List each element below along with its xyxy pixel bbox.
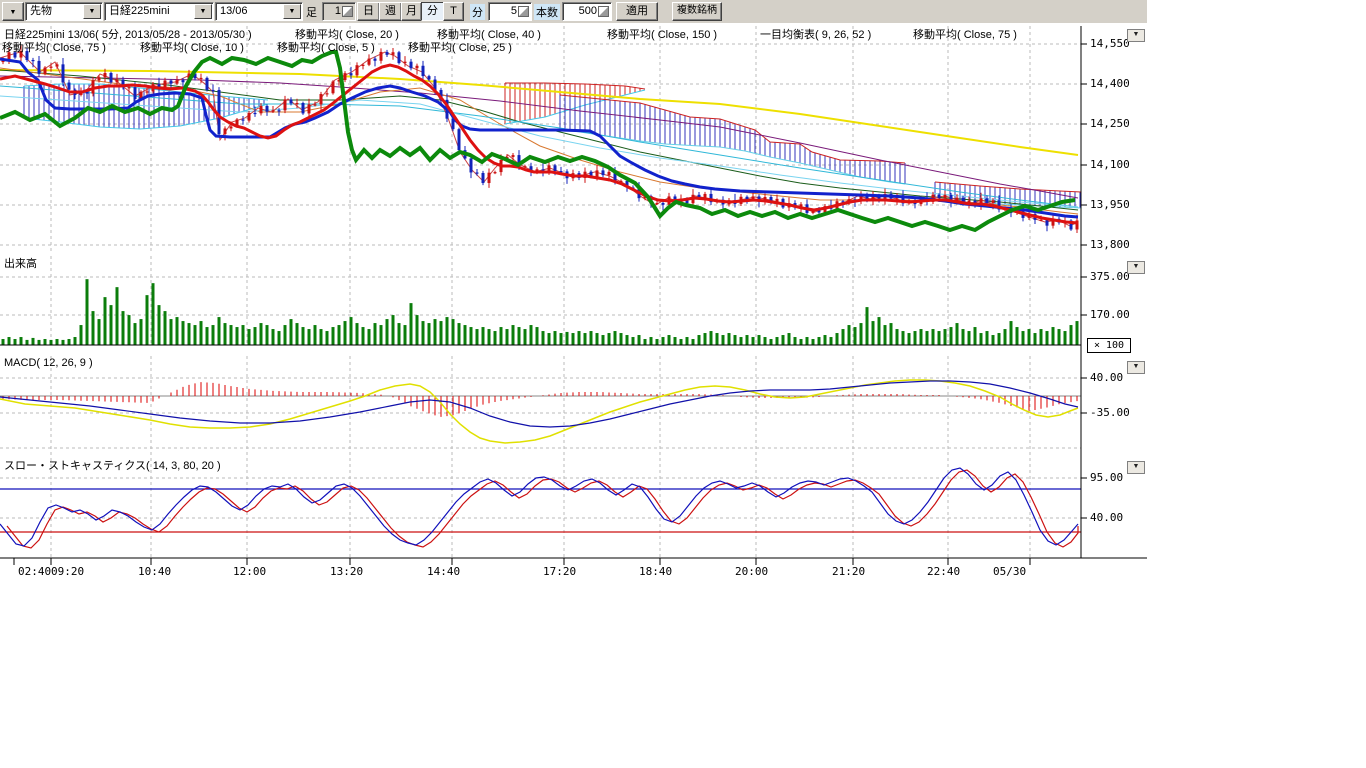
time-axis-label: 09:20 — [51, 566, 84, 578]
indicator-label: 移動平均( Close, 150 ) — [607, 26, 717, 42]
volume-axis-label: 170.00 — [1090, 309, 1130, 321]
time-axis-label: 02:40 — [18, 566, 51, 578]
indicator-label: 移動平均( Close, 75 ) — [2, 39, 106, 55]
time-axis-label: 05/30 — [993, 566, 1026, 578]
stoch-pane-menu-button[interactable]: ▼ — [1127, 461, 1145, 474]
macd-axis-label: -35.00 — [1090, 407, 1130, 419]
price-axis-label: 14,100 — [1090, 159, 1130, 171]
indicator-label: 移動平均( Close, 25 ) — [408, 39, 512, 55]
macd-pane-menu-button[interactable]: ▼ — [1127, 361, 1145, 374]
stoch-axis-label: 40.00 — [1090, 512, 1123, 524]
macd-pane — [0, 356, 1081, 456]
volume-multiplier-badge: × 100 — [1087, 338, 1131, 353]
volume-pane-label: 出来高 — [4, 255, 37, 271]
price-axis-label: 14,250 — [1090, 118, 1130, 130]
indicator-label: 移動平均( Close, 10 ) — [140, 39, 244, 55]
time-axis-label: 10:40 — [138, 566, 171, 578]
time-axis-label: 22:40 — [927, 566, 960, 578]
indicator-label: 移動平均( Close, 5 ) — [277, 39, 375, 55]
volume-axis-label: 375.00 — [1090, 271, 1130, 283]
macd-axis-label: 40.00 — [1090, 372, 1123, 384]
price-axis-label: 14,400 — [1090, 78, 1130, 90]
stoch-axis-label: 95.00 — [1090, 472, 1123, 484]
indicator-label: 移動平均( Close, 75 ) — [913, 26, 1017, 42]
volume-pane — [0, 256, 1081, 345]
price-pane — [0, 26, 1082, 252]
time-axis-label: 12:00 — [233, 566, 266, 578]
indicator-label: 一目均衡表( 9, 26, 52 ) — [760, 26, 871, 42]
time-axis-label: 18:40 — [639, 566, 672, 578]
macd-pane-label: MACD( 12, 26, 9 ) — [4, 357, 93, 369]
price-axis-label: 13,800 — [1090, 239, 1130, 251]
stoch-pane-label: スロー・ストキャスティクス( 14, 3, 80, 20 ) — [4, 457, 221, 473]
axes — [0, 26, 1147, 565]
price-axis-label: 14,550 — [1090, 38, 1130, 50]
time-axis-label: 17:20 — [543, 566, 576, 578]
time-axis-label: 21:20 — [832, 566, 865, 578]
time-axis-label: 13:20 — [330, 566, 363, 578]
price-pane-menu-button[interactable]: ▼ — [1127, 29, 1145, 42]
price-axis-label: 13,950 — [1090, 199, 1130, 211]
time-axis-label: 20:00 — [735, 566, 768, 578]
chart-canvas[interactable] — [0, 0, 1366, 768]
volume-pane-menu-button[interactable]: ▼ — [1127, 261, 1145, 274]
time-axis-label: 14:40 — [427, 566, 460, 578]
